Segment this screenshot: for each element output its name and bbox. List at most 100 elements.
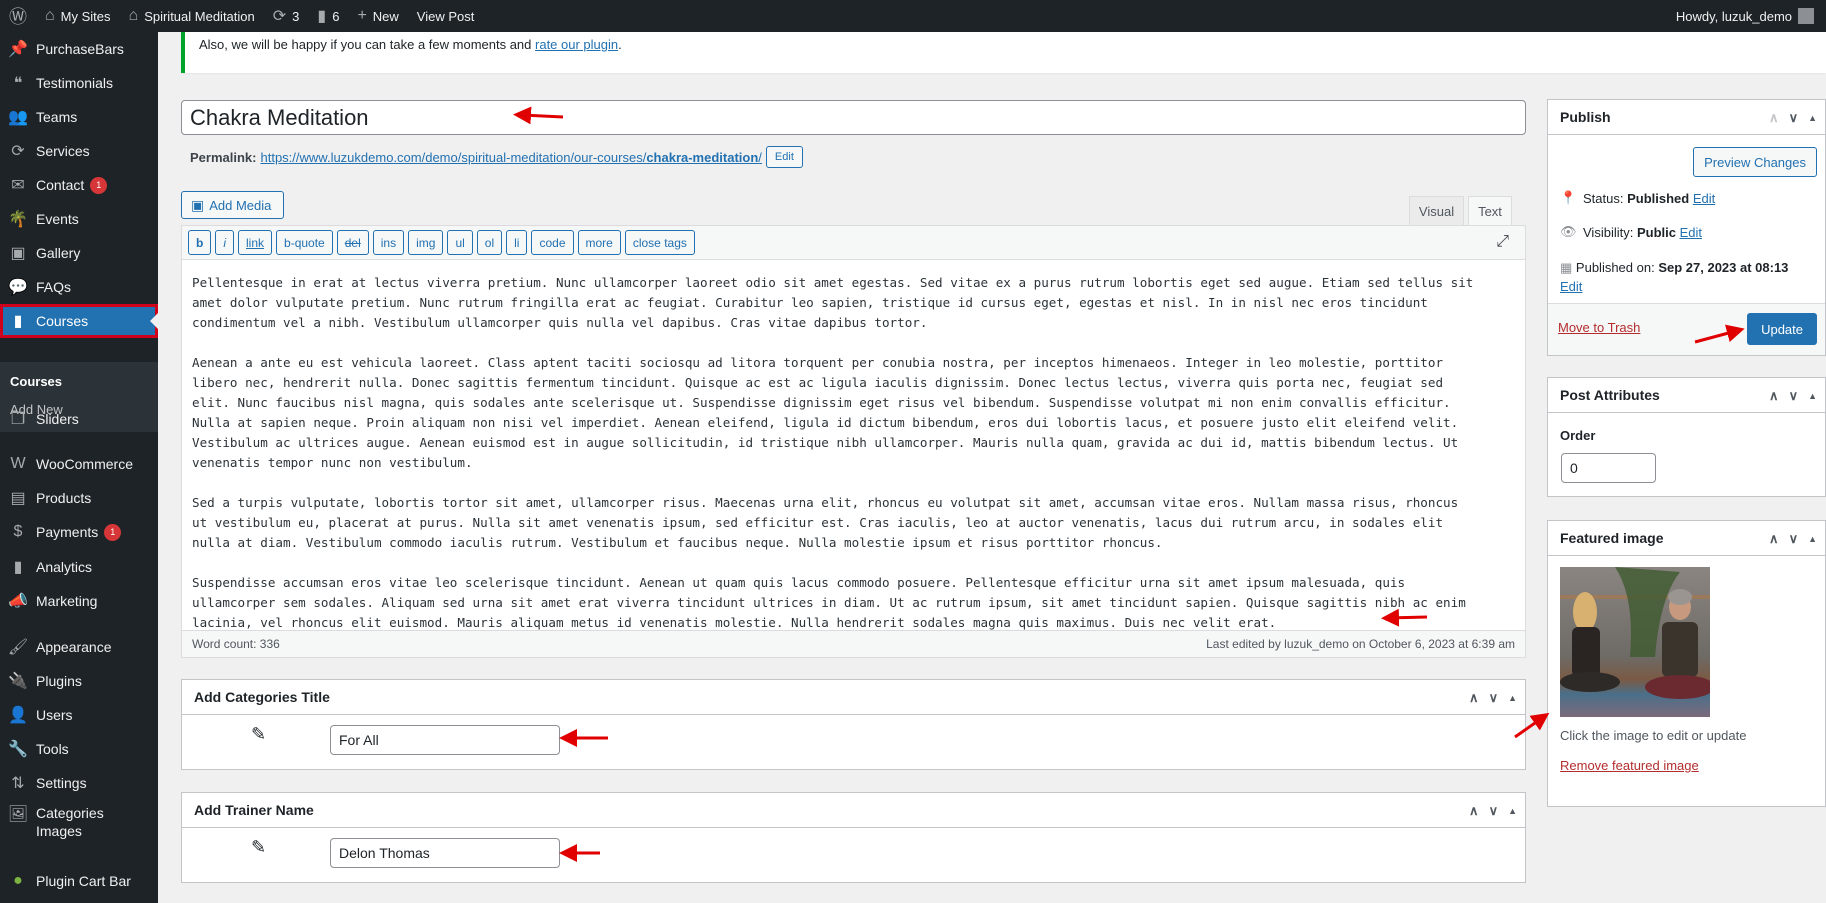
view-post-link[interactable]: View Post: [408, 0, 484, 32]
toggle-panel-icon[interactable]: ▲: [1508, 806, 1517, 816]
edit-visibility-link[interactable]: Edit: [1680, 225, 1702, 240]
archive-icon: ▤: [10, 490, 26, 507]
sidebar-item-users[interactable]: 👤 Users: [0, 698, 158, 732]
quicktags-toolbar: b i link b-quote del ins img ul ol li code more clos…: [182, 226, 1525, 260]
slides-icon: ❐: [10, 411, 26, 428]
new-content-button[interactable]: + New: [348, 0, 407, 32]
fullscreen-icon[interactable]: ⤢: [1496, 233, 1509, 251]
content-line: elit. Nunc faucibus nisl magna, quis sod…: [192, 395, 1451, 410]
quicktag-b-quote-button[interactable]: b-quote: [276, 230, 333, 255]
quicktag-code-button[interactable]: code: [531, 230, 574, 255]
book-icon: ▮: [13, 313, 23, 330]
toggle-panel-icon[interactable]: ▲: [1808, 534, 1817, 544]
trainer-name-input[interactable]: Delon Thomas: [330, 838, 560, 868]
sidebar-item-services[interactable]: ⟳ Services: [0, 134, 158, 168]
wordpress-logo-button[interactable]: Ⓦ: [0, 0, 36, 32]
move-up-icon[interactable]: ∧: [1769, 531, 1779, 547]
update-button[interactable]: Update: [1747, 313, 1817, 345]
tab-text[interactable]: Text: [1468, 196, 1512, 226]
comments-button[interactable]: ▮ 6: [308, 0, 348, 32]
quicktag-b-button[interactable]: b: [188, 230, 212, 255]
testimonial-icon: ❝: [13, 75, 23, 92]
sidebar-item-faqs[interactable]: 💬 FAQs: [0, 270, 158, 304]
status-value: Published: [1627, 190, 1690, 206]
sidebar-item-products[interactable]: ▤ Products: [0, 481, 158, 515]
move-up-icon[interactable]: ∧: [1469, 803, 1479, 819]
add-media-button[interactable]: ▣ Add Media: [181, 191, 284, 219]
sidebar-item-payments[interactable]: $ Payments 1: [0, 515, 158, 549]
remove-featured-image-link[interactable]: Remove featured image: [1560, 758, 1699, 773]
preview-changes-button[interactable]: Preview Changes: [1693, 147, 1817, 177]
tab-visual[interactable]: Visual: [1409, 196, 1464, 226]
sidebar-item-label: PurchaseBars: [36, 41, 124, 57]
move-to-trash-link[interactable]: Move to Trash: [1558, 320, 1640, 335]
content-line: Aenean a ante eu est vehicula laoreet. C…: [192, 355, 1444, 370]
quicktag-ins-button[interactable]: ins: [372, 230, 405, 255]
move-down-icon[interactable]: ∨: [1489, 803, 1499, 819]
sidebar-item-label: Appearance: [36, 639, 112, 655]
post-attributes-box: Post Attributes ∧ ∨ ▲ Order 0: [1547, 377, 1826, 497]
categories-title-input[interactable]: For All: [330, 725, 560, 755]
sidebar-item-marketing[interactable]: 📣 Marketing: [0, 584, 158, 618]
quicktag-ol-button[interactable]: ol: [476, 230, 503, 255]
sidebar-item-woocommerce[interactable]: W WooCommerce: [0, 447, 158, 481]
toggle-panel-icon[interactable]: ▲: [1808, 113, 1817, 123]
quicktag-more-button[interactable]: more: [577, 230, 621, 255]
sidebar-item-testimonials[interactable]: ❝ Testimonials: [0, 66, 158, 100]
order-input[interactable]: 0: [1561, 453, 1656, 483]
media-icon: ▣: [191, 196, 205, 213]
sidebar-item-label: Payments: [36, 524, 99, 540]
notice-message: Also, we will be happy if you can take a…: [199, 37, 536, 52]
permalink-link[interactable]: https://www.luzukdemo.com/demo/spiritual…: [260, 150, 761, 165]
permalink-edit-button[interactable]: Edit: [765, 146, 803, 168]
move-up-icon[interactable]: ∧: [1769, 110, 1779, 126]
move-down-icon[interactable]: ∨: [1789, 388, 1799, 404]
box-title: Publish: [1560, 109, 1611, 125]
media-icon: ▣: [10, 245, 26, 262]
my-sites-button[interactable]: ⌂ My Sites: [36, 0, 120, 32]
sidebar-item-settings[interactable]: ⇅ Settings: [0, 766, 158, 800]
quicktag-close-tags-button[interactable]: close tags: [624, 230, 695, 255]
sidebar-item-teams[interactable]: 👥 Teams: [0, 100, 158, 134]
admin-bar: Ⓦ ⌂ My Sites ⌂ Spiritual Meditation ⟳ 3 ▮ 6 …: [0, 0, 1826, 32]
sidebar-item-courses[interactable]: ▮ Courses: [0, 304, 158, 338]
quicktag-img-button[interactable]: img: [408, 230, 444, 255]
quicktag-i-button[interactable]: i: [215, 230, 235, 255]
toggle-panel-icon[interactable]: ▲: [1808, 391, 1817, 401]
plugin-cart-bar-icon: ●: [13, 872, 23, 889]
move-up-icon[interactable]: ∧: [1769, 388, 1779, 404]
move-down-icon[interactable]: ∨: [1789, 110, 1799, 126]
move-up-icon[interactable]: ∧: [1469, 690, 1479, 706]
sidebar-item-gallery[interactable]: ▣ Gallery: [0, 236, 158, 270]
add-media-label: Add Media: [209, 197, 272, 213]
sidebar-item-plugins[interactable]: 🔌 Plugins: [0, 664, 158, 698]
edit-status-link[interactable]: Edit: [1693, 191, 1715, 206]
account-menu[interactable]: Howdy, luzuk_demo: [1676, 0, 1814, 32]
updates-button[interactable]: ⟳ 3: [264, 0, 309, 32]
featured-image[interactable]: [1560, 567, 1710, 717]
move-down-icon[interactable]: ∨: [1789, 531, 1799, 547]
quicktag-del-button[interactable]: del: [336, 230, 369, 255]
sidebar-item-sliders[interactable]: ❐ Sliders: [0, 402, 158, 436]
sidebar-item-analytics[interactable]: ▮ Analytics: [0, 550, 158, 584]
box-title: Post Attributes: [1560, 387, 1660, 403]
content-textarea[interactable]: Pellentesque in erat at lectus viverra p…: [192, 273, 1473, 633]
quicktag-link-button[interactable]: link: [238, 230, 273, 255]
sidebar-item-plugin-cart-bar[interactable]: ● Plugin Cart Bar: [0, 864, 158, 898]
permalink-slug: chakra-meditation: [646, 149, 759, 165]
submenu-courses[interactable]: Courses: [10, 374, 62, 389]
toggle-panel-icon[interactable]: ▲: [1508, 693, 1517, 703]
edit-date-link[interactable]: Edit: [1560, 279, 1582, 294]
rate-plugin-link[interactable]: rate our plugin: [535, 37, 618, 52]
sidebar-item-events[interactable]: 🌴 Events: [0, 202, 158, 236]
quicktag-ul-button[interactable]: ul: [447, 230, 473, 255]
site-name-button[interactable]: ⌂ Spiritual Meditation: [120, 0, 264, 32]
sidebar-item-purchasebars[interactable]: 📌 PurchaseBars: [0, 32, 158, 66]
move-down-icon[interactable]: ∨: [1489, 690, 1499, 706]
sidebar-item-categories-images[interactable]: 🖼 Categories Images: [0, 800, 158, 844]
sidebar-item-appearance[interactable]: 🖌 Appearance: [0, 630, 158, 664]
sidebar-item-contact[interactable]: ✉ Contact 1: [0, 168, 158, 202]
sidebar-item-tools[interactable]: 🔧 Tools: [0, 732, 158, 766]
post-title-input[interactable]: Chakra Meditation: [181, 100, 1526, 135]
quicktag-li-button[interactable]: li: [506, 230, 528, 255]
